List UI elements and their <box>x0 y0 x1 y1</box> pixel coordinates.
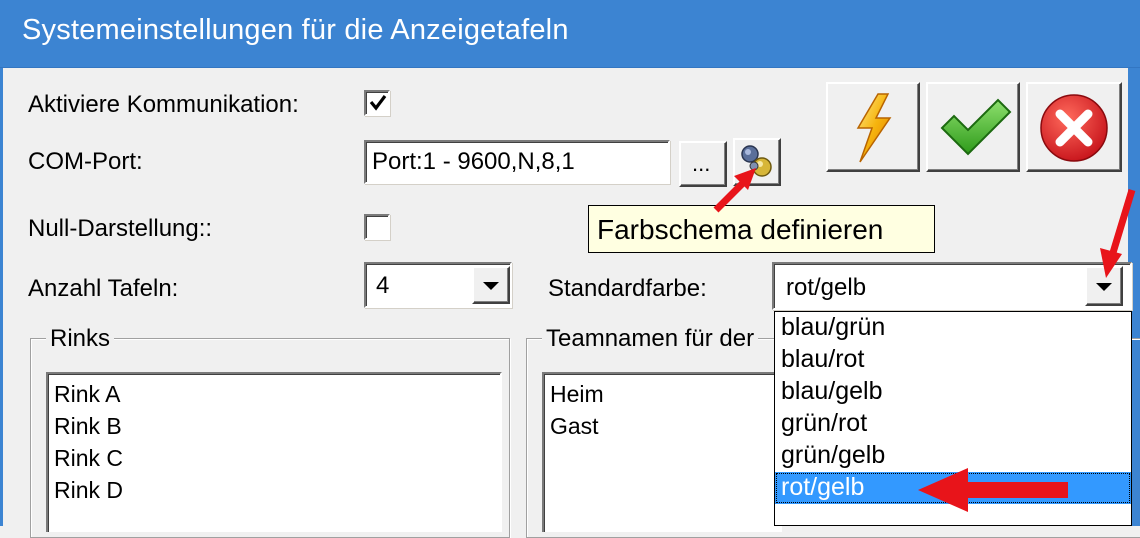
com-port-browse-button[interactable]: ... <box>679 141 727 187</box>
default-color-select[interactable]: rot/gelb <box>772 262 1132 310</box>
color-option[interactable]: blau/gelb <box>775 376 1131 408</box>
title-bar: Systemeinstellungen für die Anzeigetafel… <box>0 0 1140 68</box>
teams-list[interactable]: Heim Gast <box>542 372 782 532</box>
color-scheme-button[interactable] <box>733 138 781 186</box>
list-item[interactable]: Rink D <box>48 474 500 506</box>
list-item[interactable]: Rink A <box>48 378 500 410</box>
check-mark-icon <box>369 95 387 111</box>
color-scheme-tooltip: Farbschema definieren <box>588 205 935 253</box>
rinks-list[interactable]: Rink A Rink B Rink C Rink D <box>46 372 502 532</box>
color-option[interactable]: grün/gelb <box>775 440 1131 472</box>
lightning-button[interactable] <box>826 82 920 172</box>
boards-count-dropdown-button[interactable] <box>472 266 510 304</box>
com-port-value: Port:1 - 9600,N,8,1 <box>372 148 575 175</box>
default-color-dropdown-button[interactable] <box>1085 266 1123 306</box>
default-color-value: rot/gelb <box>786 274 867 301</box>
window-title: Systemeinstellungen für die Anzeigetafel… <box>22 14 569 46</box>
cancel-button[interactable] <box>1026 82 1122 172</box>
list-item[interactable]: Rink C <box>48 442 500 474</box>
color-option-selected[interactable]: rot/gelb <box>775 472 1131 504</box>
activate-communication-checkbox[interactable] <box>364 90 390 116</box>
cancel-icon <box>1040 94 1108 162</box>
chevron-down-icon <box>1096 283 1112 291</box>
tooltip-text: Farbschema definieren <box>597 214 884 245</box>
list-item[interactable]: Heim <box>544 378 780 410</box>
com-port-label: COM-Port: <box>28 148 143 175</box>
color-scheme-icon <box>741 145 772 177</box>
null-display-label: Null-Darstellung:: <box>28 215 213 242</box>
default-color-options[interactable]: blau/grün blau/rot blau/gelb grün/rot gr… <box>774 311 1132 526</box>
window-frame-left <box>0 68 3 526</box>
activate-communication-label: Aktiviere Kommunikation: <box>28 91 299 118</box>
rinks-group-label: Rinks <box>46 325 115 353</box>
com-port-field[interactable]: Port:1 - 9600,N,8,1 <box>364 140 670 184</box>
null-display-checkbox[interactable] <box>364 214 390 240</box>
list-item[interactable]: Gast <box>544 410 780 442</box>
color-option[interactable]: grün/rot <box>775 408 1131 440</box>
lightning-icon <box>856 93 892 163</box>
list-item[interactable]: Rink B <box>48 410 500 442</box>
color-option[interactable]: blau/rot <box>775 344 1131 376</box>
color-option[interactable]: blau/grün <box>775 312 1131 344</box>
checkmark-icon <box>940 98 1012 156</box>
default-color-label: Standardfarbe: <box>548 275 707 302</box>
boards-count-value: 4 <box>376 272 390 299</box>
teams-group-label: Teamnamen für der <box>542 325 759 353</box>
chevron-down-icon <box>483 282 499 290</box>
boards-count-label: Anzahl Tafeln: <box>28 275 179 302</box>
confirm-button[interactable] <box>926 82 1020 172</box>
browse-button-label: ... <box>692 151 711 176</box>
